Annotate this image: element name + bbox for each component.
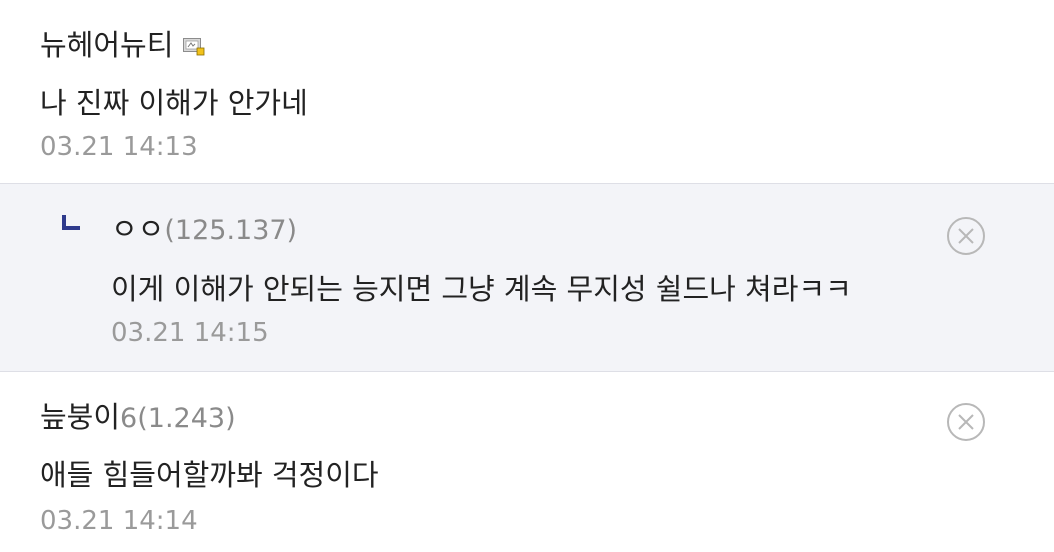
- reply-comment-item: ㅇㅇ (125.137) 이게 이해가 안되는 능지면 그냥 계속 무지성 쉴드…: [0, 183, 1054, 372]
- delete-comment-button[interactable]: [946, 216, 986, 256]
- comment-author-name[interactable]: 늪붕이: [40, 394, 120, 436]
- comment-author-ip: (1.243): [137, 403, 236, 434]
- delete-circle-x-icon: [947, 403, 985, 441]
- comment-text: 애들 힘들어할까봐 걱정이다: [40, 458, 379, 492]
- delete-comment-button[interactable]: [946, 402, 986, 442]
- comment-author-row: ㅇㅇ (125.137): [111, 206, 297, 248]
- comment-text: 나 진짜 이해가 안가네: [40, 86, 308, 120]
- comment-item: 늪붕이 6 (1.243) 애들 힘들어할까봐 걱정이다 03.21 14:14: [0, 372, 1054, 552]
- comment-author-row: 뉴헤어뉴티: [40, 22, 205, 64]
- comment-author-ip: (125.137): [164, 215, 298, 246]
- comment-author-name[interactable]: ㅇㅇ: [111, 206, 164, 248]
- comment-timestamp: 03.21 14:13: [40, 132, 198, 162]
- comment-timestamp: 03.21 14:15: [111, 318, 269, 348]
- comment-timestamp: 03.21 14:14: [40, 506, 198, 536]
- reply-arrow-icon: [62, 215, 80, 231]
- comment-author-level: 6: [120, 403, 138, 434]
- comment-item: 뉴헤어뉴티 나 진짜 이해가 안가네 03.21 14:13: [0, 0, 1054, 183]
- comment-author-row: 늪붕이 6 (1.243): [40, 394, 236, 436]
- gallery-nick-icon: [183, 29, 205, 56]
- delete-circle-x-icon: [947, 217, 985, 255]
- comment-text: 이게 이해가 안되는 능지면 그냥 계속 무지성 쉴드나 쳐라ㅋㅋ: [111, 272, 852, 306]
- comment-author-name[interactable]: 뉴헤어뉴티: [40, 22, 173, 64]
